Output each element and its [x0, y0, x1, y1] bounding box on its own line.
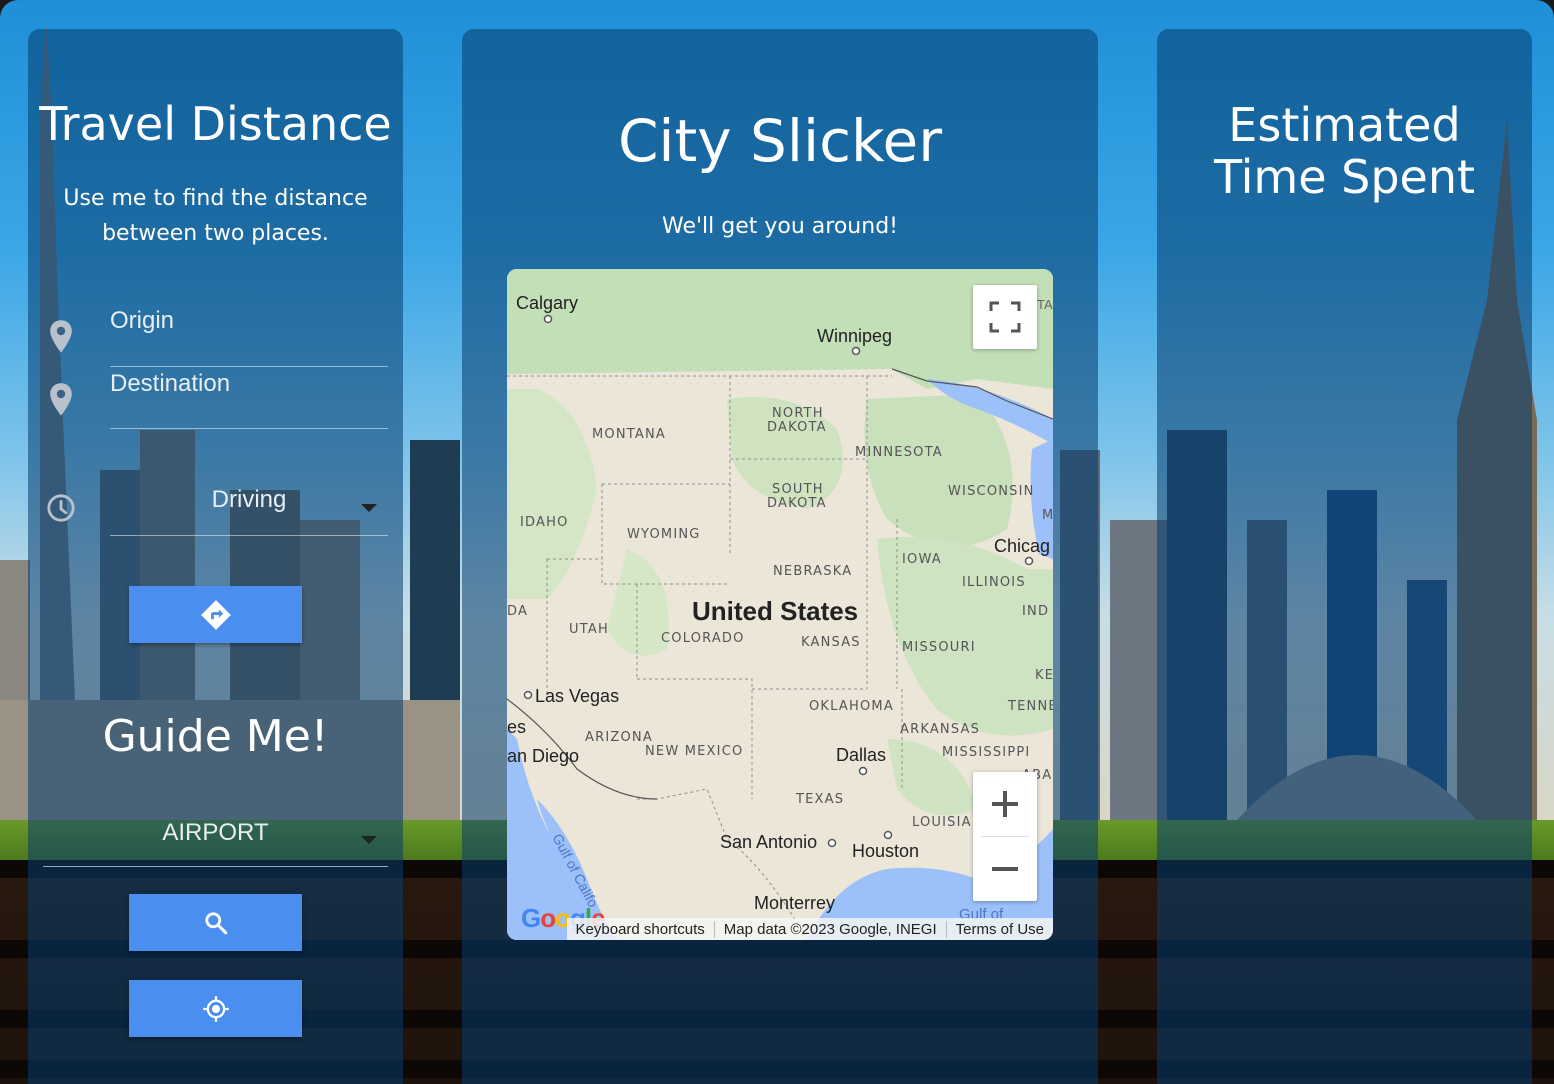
travel-mode-value: Driving [211, 486, 287, 513]
search-icon [204, 911, 227, 934]
zoom-in-button[interactable] [973, 772, 1037, 836]
map-label: NEBRASKA [773, 564, 852, 579]
travel-mode-select[interactable]: Driving [28, 470, 403, 536]
travel-distance-panel: Travel Distance Use me to find the dista… [28, 29, 403, 1084]
destination-field[interactable]: Destination [28, 360, 403, 429]
fullscreen-button[interactable] [973, 285, 1037, 349]
origin-placeholder: Origin [110, 307, 175, 334]
map-label: Chicag [994, 536, 1050, 556]
map-label: TEXAS [795, 792, 844, 807]
map-label: Las Vegas [535, 686, 619, 706]
map-label: SOUTH [772, 482, 824, 497]
map-label: IDAHO [520, 515, 569, 530]
chevron-down-icon [361, 504, 377, 512]
estimated-time-title-line1: Estimated [1228, 98, 1461, 152]
google-map[interactable]: Calgary Winnipeg TA MONTANA NORTH DAKOTA… [507, 269, 1053, 940]
map-label: WYOMING [627, 527, 701, 542]
my-location-icon [202, 995, 229, 1022]
get-directions-button[interactable] [129, 586, 302, 643]
map-label: Winnipeg [817, 326, 892, 346]
map-country-label: United States [692, 596, 858, 626]
map-label: DA [507, 604, 528, 619]
map-label: es [507, 717, 526, 737]
map-label: DAKOTA [767, 496, 827, 511]
place-pin-icon [50, 320, 72, 353]
place-type-underline [43, 866, 388, 867]
map-label: MONTANA [592, 427, 666, 442]
map-label: NEW MEXICO [645, 744, 743, 759]
map-label: ILLINOIS [962, 575, 1026, 590]
map-label: an Diego [507, 746, 579, 766]
map-label: MINNESOTA [855, 445, 943, 460]
map-label: TA [1037, 297, 1053, 312]
map-label: San Antonio [720, 832, 817, 852]
map-label: OKLAHOMA [809, 699, 894, 714]
travel-mode-underline [110, 535, 388, 536]
minus-icon [992, 867, 1018, 871]
map-label: M [1042, 508, 1053, 523]
map-label: COLORADO [661, 631, 745, 646]
search-nearby-button[interactable] [129, 894, 302, 951]
map-label: DAKOTA [767, 420, 827, 435]
city-slicker-panel: City Slicker We'll get you around! Calga… [462, 29, 1098, 1084]
my-location-button[interactable] [129, 980, 302, 1037]
plus-icon [992, 791, 1018, 817]
place-pin-icon [50, 383, 72, 416]
map-label: IND [1022, 604, 1049, 619]
map-label: Houston [852, 841, 919, 861]
clock-icon [47, 494, 75, 522]
destination-placeholder: Destination [110, 370, 231, 397]
map-label: NORTH [772, 406, 824, 421]
estimated-time-panel: Estimated Time Spent [1157, 29, 1532, 1084]
travel-distance-title: Travel Distance [39, 97, 392, 151]
map-attribution: Keyboard shortcuts Map data ©2023 Google… [566, 918, 1053, 940]
travel-distance-subtitle: Use me to find the distance between two … [63, 186, 368, 246]
map-label: IOWA [902, 552, 942, 567]
map-label: Monterrey [754, 893, 835, 913]
map-label: MISSISSIPPI [942, 745, 1030, 760]
app-title: City Slicker [617, 107, 943, 175]
place-type-select[interactable]: AIRPORT [43, 809, 388, 867]
map-label: WISCONSIN [948, 484, 1035, 499]
zoom-out-button[interactable] [973, 837, 1037, 901]
app-subtitle: We'll get you around! [662, 214, 898, 239]
map-label: ARKANSAS [900, 722, 980, 737]
map-label: MISSOURI [902, 640, 976, 655]
map-canvas: Calgary Winnipeg TA MONTANA NORTH DAKOTA… [507, 269, 1053, 940]
place-type-value: AIRPORT [162, 819, 269, 846]
map-label: ARIZONA [585, 730, 653, 745]
map-label: Dallas [836, 745, 886, 765]
fullscreen-icon [989, 301, 1021, 333]
map-label: LOUISIA [912, 815, 972, 830]
chevron-down-icon [361, 836, 377, 844]
origin-field[interactable]: Origin [28, 297, 403, 367]
map-data-text: Map data ©2023 Google, INEGI [715, 920, 947, 938]
map-label: KE [1035, 668, 1053, 683]
directions-icon [200, 599, 231, 630]
guide-me-title: Guide Me! [102, 711, 329, 762]
map-label: TENNE [1007, 699, 1053, 714]
map-label: KANSAS [801, 635, 861, 650]
map-label: UTAH [569, 622, 609, 637]
destination-underline [110, 428, 388, 429]
zoom-control [973, 772, 1037, 901]
keyboard-shortcuts-link[interactable]: Keyboard shortcuts [567, 920, 715, 938]
map-label: Calgary [516, 293, 578, 313]
estimated-time-title-line2: Time Spent [1213, 150, 1476, 204]
estimated-time-title: Estimated Time Spent [1157, 99, 1532, 203]
terms-of-use-link[interactable]: Terms of Use [947, 921, 1053, 938]
